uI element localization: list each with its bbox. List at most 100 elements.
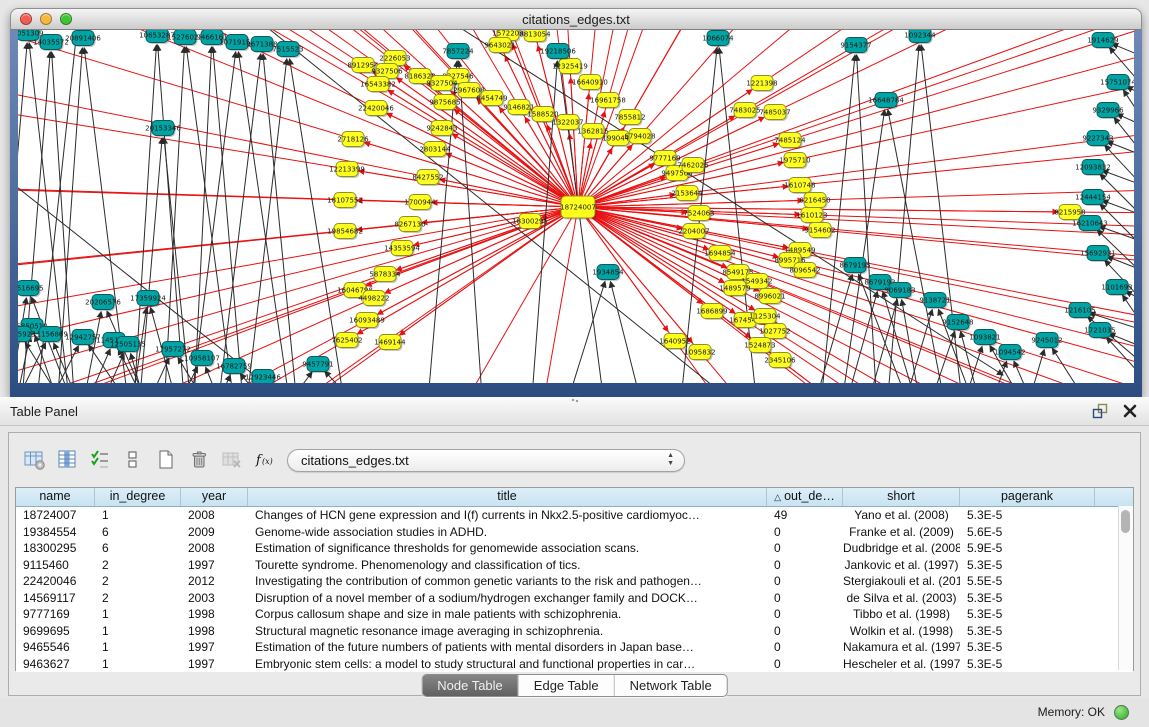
cell-short[interactable]: de Silva et al. (2003) (843, 590, 960, 607)
network-node[interactable]: 2718126 (337, 132, 369, 149)
cell-year[interactable]: 1997 (181, 639, 248, 656)
cell-year[interactable]: 2009 (181, 524, 248, 541)
cell-out_degree[interactable]: 0 (767, 639, 843, 656)
cell-in_degree[interactable]: 1 (95, 507, 181, 524)
network-node[interactable]: 8267130 (394, 217, 425, 234)
cell-out_degree[interactable]: 0 (767, 573, 843, 590)
network-node[interactable]: 9457791 (302, 357, 333, 374)
network-node[interactable]: 1524873 (744, 338, 775, 355)
cell-name[interactable]: 9465546 (16, 639, 95, 656)
network-node[interactable]: 20891406 (65, 31, 101, 48)
table-row[interactable]: 946362711997Embryonic stem cells: a mode… (16, 656, 1133, 673)
cell-out_degree[interactable]: 0 (767, 656, 843, 673)
cell-year[interactable]: 1997 (181, 656, 248, 673)
network-node[interactable]: 8427552 (412, 170, 443, 187)
cell-out_degree[interactable]: 0 (767, 590, 843, 607)
cell-pagerank[interactable]: 5.3E-5 (960, 656, 1095, 673)
network-node[interactable]: 2803144 (419, 142, 451, 159)
cell-year[interactable]: 2008 (181, 507, 248, 524)
network-node[interactable]: 2204007 (678, 224, 709, 241)
network-node[interactable]: 20206576 (85, 295, 121, 312)
cell-title[interactable]: Estimation of significance thresholds fo… (248, 540, 767, 557)
network-node[interactable]: 9138721 (919, 293, 950, 310)
table-row[interactable]: 969969511998Structural magnetic resonanc… (16, 623, 1133, 640)
column-header-year[interactable]: year (181, 488, 248, 506)
network-node[interactable]: 7485124 (774, 133, 806, 150)
network-node[interactable]: 1489579 (719, 281, 750, 298)
network-node[interactable]: 18724007 (560, 196, 596, 220)
cell-pagerank[interactable]: 5.9E-5 (960, 540, 1095, 557)
cell-in_degree[interactable]: 6 (95, 524, 181, 541)
cell-short[interactable]: Wolkin et al. (1998) (843, 623, 960, 640)
network-node[interactable]: 2153644 (671, 186, 703, 203)
function-builder-icon[interactable]: f(x) (250, 445, 280, 473)
column-header-pagerank[interactable]: pagerank (960, 488, 1095, 506)
network-node[interactable]: 7855812 (614, 110, 645, 127)
new-table-icon[interactable] (151, 445, 181, 473)
network-node[interactable]: 18107552 (327, 193, 363, 210)
table-settings-icon[interactable] (19, 445, 49, 473)
cell-out_degree[interactable]: 0 (767, 524, 843, 541)
network-node[interactable]: 1914629 (1087, 33, 1118, 50)
select-rows-icon[interactable] (85, 445, 115, 473)
network-node[interactable]: 9154602 (804, 223, 835, 240)
network-node[interactable]: 9245012 (1031, 333, 1062, 350)
network-node[interactable]: 9069183 (884, 283, 915, 300)
network-node[interactable]: 16961758 (590, 93, 626, 110)
table-scrollbar-thumb[interactable] (1121, 510, 1130, 533)
network-node[interactable]: 1610748 (784, 178, 815, 195)
cell-year[interactable]: 1998 (181, 623, 248, 640)
network-node[interactable]: 9329966 (1092, 103, 1124, 120)
cell-pagerank[interactable]: 5.3E-5 (960, 606, 1095, 623)
table-scrollbar[interactable] (1118, 506, 1133, 670)
cell-in_degree[interactable]: 2 (95, 590, 181, 607)
table-row[interactable]: 911546021997Tourette syndrome. Phenomeno… (16, 557, 1133, 574)
tab-edge-table[interactable]: Edge Table (519, 675, 615, 696)
network-node[interactable]: 7524063 (683, 206, 714, 223)
cell-in_degree[interactable]: 1 (95, 606, 181, 623)
network-node[interactable]: 7857224 (442, 44, 474, 61)
cell-in_degree[interactable]: 1 (95, 639, 181, 656)
cell-pagerank[interactable]: 5.3E-5 (960, 590, 1095, 607)
cell-title[interactable]: Changes of HCN gene expression and I(f) … (248, 507, 767, 524)
cell-title[interactable]: Structural magnetic resonance image aver… (248, 623, 767, 640)
network-node[interactable]: 16648784 (868, 93, 904, 110)
cell-title[interactable]: Investigating the contribution of common… (248, 573, 767, 590)
network-node[interactable]: 1721035 (1084, 323, 1115, 340)
network-node[interactable]: 5878334 (369, 267, 401, 284)
column-header-short[interactable]: short (843, 488, 960, 506)
table-row[interactable]: 2242004622012Investigating the contribut… (16, 573, 1133, 590)
network-node[interactable]: 12093832 (1075, 160, 1111, 177)
network-node[interactable]: 16640910 (572, 75, 608, 92)
cell-pagerank[interactable]: 5.6E-5 (960, 524, 1095, 541)
table-row[interactable]: 1830029562008Estimation of significance … (16, 540, 1133, 557)
tab-node-table[interactable]: Node Table (422, 675, 519, 696)
close-button[interactable] (20, 13, 32, 25)
cell-year[interactable]: 1998 (181, 606, 248, 623)
cell-year[interactable]: 2012 (181, 573, 248, 590)
cell-name[interactable]: 9463627 (16, 656, 95, 673)
table-row[interactable]: 946554611997Estimation of the future num… (16, 639, 1133, 656)
cell-name[interactable]: 9115460 (16, 557, 95, 574)
cell-short[interactable]: Franke et al. (2009) (843, 524, 960, 541)
cell-pagerank[interactable]: 5.3E-5 (960, 557, 1095, 574)
network-node[interactable]: 1221398 (746, 76, 777, 93)
network-node[interactable]: 1700944 (404, 195, 436, 212)
network-node[interactable]: 8996021 (754, 289, 785, 306)
cell-in_degree[interactable]: 1 (95, 656, 181, 673)
network-node[interactable]: 15751074 (1100, 75, 1134, 92)
network-node[interactable]: 9875685 (429, 95, 460, 112)
network-node[interactable]: 1610123 (796, 208, 827, 225)
network-window-titlebar[interactable]: citations_edges.txt (10, 8, 1142, 30)
network-node[interactable]: 15692931 (1080, 246, 1116, 263)
cell-name[interactable]: 19384554 (16, 524, 95, 541)
network-node[interactable]: 2516695 (18, 281, 44, 298)
network-node[interactable]: 7485037 (759, 105, 790, 122)
cell-year[interactable]: 2003 (181, 590, 248, 607)
network-node[interactable]: 9152648 (942, 315, 973, 332)
column-header-title[interactable]: title (248, 488, 767, 506)
select-columns-icon[interactable] (52, 445, 82, 473)
cell-pagerank[interactable]: 5.5E-5 (960, 573, 1095, 590)
column-header-out_degree[interactable]: △out_de… (767, 488, 843, 506)
cell-year[interactable]: 2008 (181, 540, 248, 557)
